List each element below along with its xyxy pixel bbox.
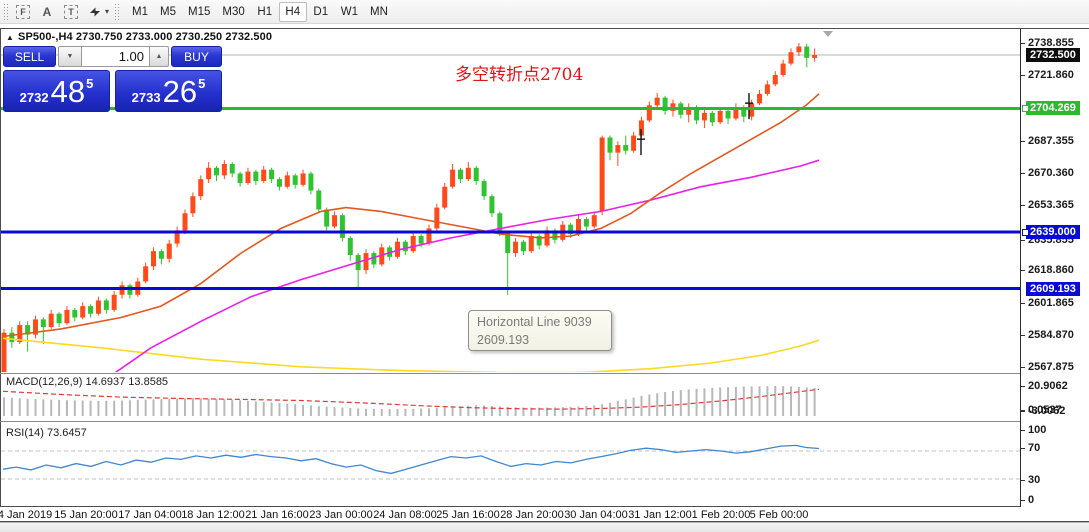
- line-anchor-square[interactable]: [1022, 229, 1029, 236]
- timeframe-button-h1[interactable]: H1: [251, 2, 279, 22]
- volume-input[interactable]: 1.00: [82, 46, 149, 67]
- buy-price-pips: 26: [162, 74, 198, 109]
- symbol-ohlc-header: ▲ SP500-,H4 2730.750 2733.000 2730.250 27…: [6, 31, 272, 43]
- rsi-axis-label: 70: [1028, 442, 1041, 454]
- price-axis-label: 2567.875: [1028, 361, 1074, 373]
- arrows-tool-icon[interactable]: [84, 2, 106, 22]
- timeframe-button-h4[interactable]: H4: [278, 1, 307, 22]
- timeframe-button-m1[interactable]: M1: [126, 2, 154, 22]
- ma-fast-line: [2, 93, 820, 338]
- axis-tick: [1021, 141, 1025, 142]
- one-click-trading-panel: SELL ▼ 1.00 ▲ BUY 2732 48 5 2733 26 5: [3, 45, 222, 112]
- volume-decrease-button[interactable]: ▼: [58, 46, 82, 67]
- axis-tick: [1021, 335, 1025, 336]
- sell-button[interactable]: SELL: [3, 46, 56, 67]
- label-tool-icon[interactable]: T: [60, 2, 82, 22]
- time-axis[interactable]: 14 Jan 201915 Jan 20:0017 Jan 04:0018 Ja…: [0, 507, 1089, 521]
- price-line-label: 2639.000: [1026, 225, 1080, 239]
- timeframe-button-d1[interactable]: D1: [307, 2, 335, 22]
- axis-tick: [1021, 480, 1025, 481]
- timeframe-button-m30[interactable]: M30: [216, 2, 250, 22]
- macd-axis-label: 20.9062: [1028, 380, 1068, 392]
- sell-price-fraction: 5: [86, 76, 94, 91]
- buy-price-base: 2733: [131, 90, 161, 105]
- axis-tick: [1021, 500, 1025, 501]
- timeframe-button-w1[interactable]: W1: [335, 2, 364, 22]
- volume-increase-button[interactable]: ▲: [149, 46, 169, 67]
- toolbar-grip[interactable]: [3, 2, 8, 21]
- axis-tick: [1021, 43, 1025, 44]
- rsi-header: RSI(14) 73.6457: [6, 427, 87, 439]
- status-bar: [0, 522, 1089, 532]
- sell-price-button[interactable]: 2732 48 5: [3, 70, 110, 112]
- axis-tick: [1021, 411, 1025, 412]
- price-axis-label: 2721.860: [1028, 69, 1074, 81]
- buy-price-button[interactable]: 2733 26 5: [115, 70, 222, 112]
- price-axis-label: 2687.355: [1028, 135, 1074, 147]
- price-axis-label: 2584.870: [1028, 329, 1074, 341]
- tooltip-value: 2609.193: [477, 333, 530, 347]
- time-axis-label: 5 Feb 00:00: [749, 509, 809, 521]
- timeframe-button-m15[interactable]: M15: [182, 2, 216, 22]
- rsi-axis-label: 100: [1028, 424, 1047, 436]
- axis-tick: [1021, 448, 1025, 449]
- axis-tick: [1021, 75, 1025, 76]
- price-axis-label: 2601.865: [1028, 297, 1074, 309]
- chevron-down-icon[interactable]: ▾: [105, 7, 109, 16]
- window-marker-icon: ▲: [6, 33, 15, 42]
- price-line-label: 2609.193: [1026, 282, 1080, 296]
- price-line-label: 2732.500: [1026, 48, 1080, 62]
- price-line-label: 2704.269: [1026, 101, 1080, 115]
- axis-tick: [1021, 386, 1025, 387]
- buy-button[interactable]: BUY: [171, 46, 222, 67]
- macd-axis-label: -3.0062: [1028, 405, 1066, 417]
- chart-text-annotation: 多空转折点2704: [455, 65, 584, 85]
- horizontal-line-tooltip: Horizontal Line 9039 2609.193: [468, 310, 612, 351]
- trading-platform-window: FAT ▾ M1 M5 M15 M30 H1 H4 D1 W1 MN ▲ SP500-,H4 27…: [0, 0, 1089, 532]
- tooltip-title: Horizontal Line 9039: [477, 315, 592, 329]
- font-properties-icon[interactable]: F: [12, 2, 34, 22]
- sell-price-pips: 48: [50, 74, 86, 109]
- ohlc-text: SP500-,H4 2730.750 2733.000 2730.250 273…: [18, 31, 273, 43]
- rsi-axis-label: 0: [1028, 494, 1035, 506]
- rsi-indicator-pane[interactable]: [1, 424, 1020, 506]
- line-anchor-square[interactable]: [1022, 105, 1029, 112]
- price-axis-label: 2670.360: [1028, 167, 1074, 179]
- rsi-axis-label: 30: [1028, 474, 1041, 486]
- toolbar-grip[interactable]: [114, 2, 120, 21]
- macd-header: MACD(12,26,9) 14.6937 13.8585: [6, 376, 169, 388]
- rsi-line: [2, 444, 820, 475]
- axis-tick: [1021, 430, 1025, 431]
- drawing-tools-group: FAT: [11, 2, 107, 22]
- ma-slow-line: [2, 337, 820, 372]
- toolbar: FAT ▾ M1 M5 M15 M30 H1 H4 D1 W1 MN: [0, 0, 1089, 24]
- timeframe-group: M1 M5 M15 M30 H1 H4 D1 W1 MN: [126, 1, 394, 22]
- price-axis-label: 2653.365: [1028, 199, 1074, 211]
- macd-histogram: [3, 386, 816, 416]
- timeframe-button-m5[interactable]: M5: [154, 2, 182, 22]
- axis-tick: [1021, 205, 1025, 206]
- price-axis-label: 2618.860: [1028, 264, 1074, 276]
- axis-tick: [1021, 240, 1025, 241]
- buy-price-fraction: 5: [198, 76, 206, 91]
- pane-separator[interactable]: [0, 421, 1020, 422]
- text-tool-icon[interactable]: A: [36, 2, 58, 22]
- chart-shift-marker[interactable]: [823, 31, 833, 37]
- axis-tick: [1021, 303, 1025, 304]
- axis-tick: [1021, 173, 1025, 174]
- axis-tick: [1021, 270, 1025, 271]
- sell-price-base: 2732: [19, 90, 49, 105]
- axis-tick: [1021, 367, 1025, 368]
- price-axis[interactable]: 2738.855 2721.860 2687.355 2670.360 2653.365…: [1021, 29, 1089, 507]
- timeframe-button-mn[interactable]: MN: [364, 2, 394, 22]
